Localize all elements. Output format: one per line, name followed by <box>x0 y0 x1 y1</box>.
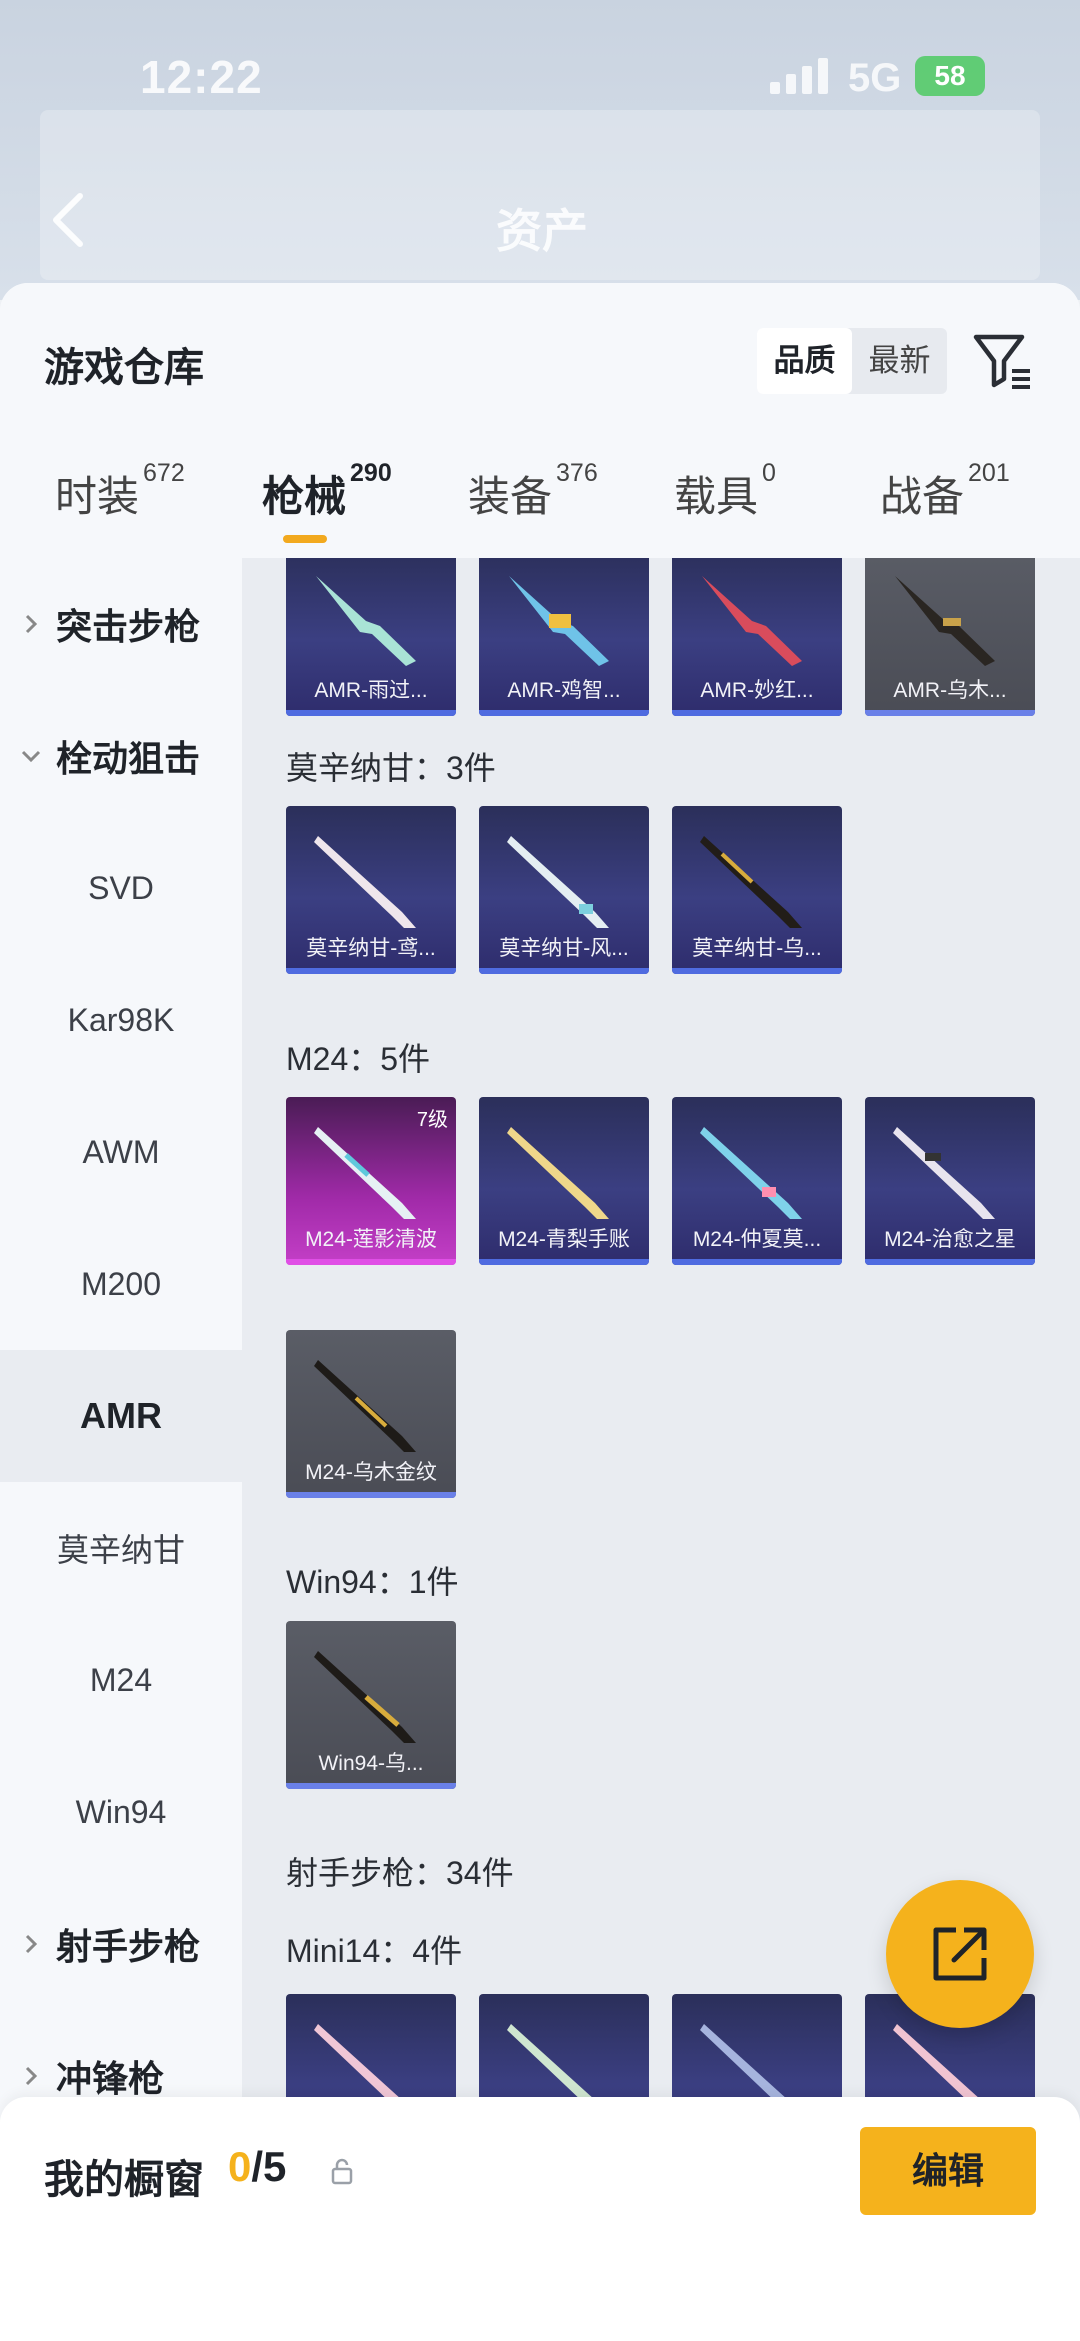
weapon-card[interactable]: AMR-鸡智... <box>479 558 649 716</box>
sidebar-item-m200[interactable]: M200 <box>0 1218 242 1350</box>
weapon-card[interactable]: AMR-妙红... <box>672 558 842 716</box>
section-label-dmr: 射手步枪：34件 <box>286 1855 514 1891</box>
weapon-card[interactable]: 莫辛纳甘-乌... <box>672 806 842 974</box>
showcase-bar: 我的橱窗 0/5 编辑 <box>0 2097 1080 2341</box>
category-tabs: 时装 672 枪械 290 装备 376 载具 0 战备 201 <box>0 459 1080 558</box>
rifle-icon <box>314 1360 416 1452</box>
weapon-grid: AMR-雨过... AMR-鸡智... AMR-妙红... AMR-乌木... … <box>242 558 1080 2341</box>
sort-quality[interactable]: 品质 <box>757 328 852 394</box>
lock-icon <box>331 2158 353 2185</box>
sidebar-item-svd[interactable]: SVD <box>0 822 242 954</box>
sidebar-item-assault-rifles[interactable]: 突击步枪 <box>0 558 242 690</box>
chevron-right-icon <box>25 614 38 634</box>
weapon-card[interactable]: M24-乌木金纹 <box>286 1330 456 1498</box>
sidebar-item-dmr[interactable]: 射手步枪 <box>0 1878 242 2010</box>
sidebar-item-win94[interactable]: Win94 <box>0 1746 242 1878</box>
chevron-down-icon <box>21 750 41 763</box>
share-button[interactable] <box>886 1880 1034 2028</box>
sort-newest[interactable]: 最新 <box>852 328 947 394</box>
filter-icon[interactable] <box>972 331 1034 391</box>
weapon-card[interactable]: M24-青梨手账 <box>479 1097 649 1265</box>
network-type: 5G <box>848 56 902 100</box>
level-badge: 7级 <box>416 1109 448 1131</box>
sidebar-item-mosin[interactable]: 莫辛纳甘 <box>0 1482 242 1614</box>
tab-guns[interactable]: 枪械 290 <box>262 459 392 524</box>
back-arrow-icon[interactable] <box>48 190 88 250</box>
rifle-icon <box>314 1651 416 1743</box>
sheet-header: 游戏仓库 品质 最新 时装 672 枪械 290 装备 376 载具 0 战备 201 <box>0 283 1080 558</box>
share-icon <box>933 1927 987 1981</box>
active-tab-indicator <box>283 535 327 543</box>
rifle-icon <box>509 576 609 666</box>
tab-fashion[interactable]: 时装 672 <box>55 459 185 524</box>
weapon-card[interactable]: M24-治愈之星 <box>865 1097 1035 1265</box>
sheet-title: 游戏仓库 <box>44 346 204 390</box>
showcase-count: 0/5 <box>228 2143 287 2190</box>
rifle-icon <box>893 1127 995 1219</box>
section-label-win94: Win94：1件 <box>286 1564 459 1600</box>
rifle-icon <box>895 576 995 666</box>
chevron-right-icon <box>25 2066 38 2086</box>
showcase-label: 我的橱窗 <box>44 2158 204 2202</box>
tab-equipment[interactable]: 装备 376 <box>468 459 598 524</box>
signal-icon <box>770 58 828 94</box>
rifle-icon <box>507 836 609 928</box>
sidebar-item-kar98k[interactable]: Kar98K <box>0 954 242 1086</box>
chevron-right-icon <box>25 1934 38 1954</box>
rifle-icon <box>702 576 802 666</box>
rifle-icon <box>700 836 802 928</box>
tab-vehicles[interactable]: 载具 0 <box>674 459 776 524</box>
sort-toggle: 品质 最新 <box>757 328 947 394</box>
weapon-sidebar: 突击步枪 栓动狙击 SVD Kar98K AWM M200 AMR 莫辛纳甘 M… <box>0 558 242 2341</box>
section-label-mosin: 莫辛纳甘：3件 <box>286 750 496 786</box>
weapon-card[interactable]: AMR-乌木... <box>865 558 1035 716</box>
page-title: 资产 <box>496 205 588 257</box>
weapon-card[interactable]: 莫辛纳甘-风... <box>479 806 649 974</box>
section-label-m24: M24：5件 <box>286 1041 431 1077</box>
rifle-icon <box>700 1127 802 1219</box>
weapon-card[interactable]: AMR-雨过... <box>286 558 456 716</box>
sidebar-item-amr[interactable]: AMR <box>0 1350 242 1482</box>
rifle-icon <box>314 836 416 928</box>
sidebar-item-bolt-snipers[interactable]: 栓动狙击 <box>0 690 242 822</box>
battery-icon: 58 <box>915 56 985 96</box>
weapon-card[interactable]: 7级 M24-莲影清波 <box>286 1097 456 1265</box>
weapon-card[interactable]: M24-仲夏莫... <box>672 1097 842 1265</box>
sidebar-item-m24[interactable]: M24 <box>0 1614 242 1746</box>
rifle-icon <box>316 576 416 666</box>
status-time: 12:22 <box>140 51 263 103</box>
weapon-card[interactable]: 莫辛纳甘-鸢... <box>286 806 456 974</box>
rifle-icon <box>507 1127 609 1219</box>
weapon-card[interactable]: Win94-乌... <box>286 1621 456 1789</box>
edit-button[interactable]: 编辑 <box>860 2127 1036 2215</box>
sidebar-item-awm[interactable]: AWM <box>0 1086 242 1218</box>
tab-combat-gear[interactable]: 战备 201 <box>880 459 1010 524</box>
section-label-mini14: Mini14：4件 <box>286 1933 463 1969</box>
